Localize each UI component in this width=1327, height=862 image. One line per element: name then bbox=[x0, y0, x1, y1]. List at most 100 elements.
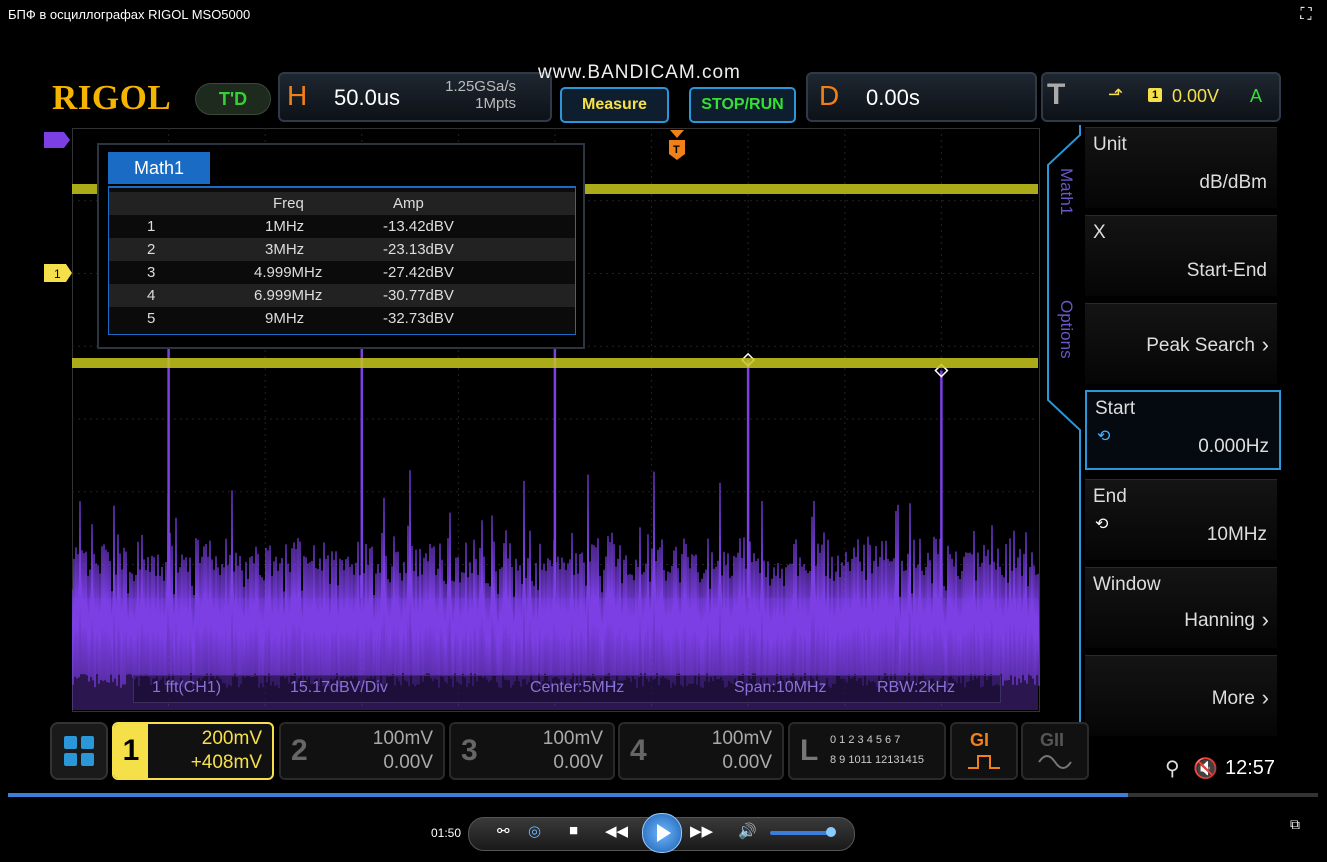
grid-icon bbox=[64, 736, 94, 766]
row-amp: -30.77dBV bbox=[383, 287, 454, 304]
sample-rate: 1.25GSa/s bbox=[445, 78, 516, 95]
channel-4-box[interactable]: 4 100mV 0.00V bbox=[618, 722, 784, 780]
sine-wave-icon bbox=[1038, 755, 1072, 769]
repeat-icon[interactable]: ◎ bbox=[528, 822, 541, 840]
channel-number: 3 bbox=[461, 734, 478, 767]
fast-forward-icon[interactable]: ▶▶ bbox=[690, 822, 713, 840]
table-row: 4 6.999MHz -30.77dBV bbox=[109, 284, 575, 307]
knob-icon: ⟲ bbox=[1095, 516, 1109, 533]
acquisition-info: 1.25GSa/s 1Mpts bbox=[424, 78, 516, 112]
chevron-right-icon: › bbox=[1261, 685, 1269, 710]
menu-value: More bbox=[1211, 688, 1255, 709]
fft-span: Span:10MHz bbox=[734, 679, 827, 696]
channel-scale: 100mV bbox=[711, 728, 772, 749]
stop-run-button[interactable]: STOP/RUN bbox=[689, 87, 796, 123]
tab-options[interactable]: Options bbox=[1052, 300, 1076, 359]
menu-end[interactable]: End ⟲ 10MHz bbox=[1085, 479, 1277, 560]
channel-offset: +408mV bbox=[190, 752, 262, 773]
peak-table: Freq Amp 1 1MHz -13.42dBV 2 3MHz -23.13d… bbox=[108, 186, 576, 335]
row-index: 5 bbox=[147, 310, 156, 327]
menu-value: dB/dBm bbox=[1199, 172, 1267, 193]
tab-math1[interactable]: Math1 bbox=[1052, 168, 1076, 215]
playback-time: 01:50 bbox=[431, 826, 462, 840]
volume-icon[interactable]: 🔊 bbox=[738, 822, 757, 840]
peak-tab-math1[interactable]: Math1 bbox=[108, 152, 210, 184]
channel-scale: 100mV bbox=[542, 728, 603, 749]
delay-value: 0.00s bbox=[866, 85, 920, 110]
pin-icon[interactable]: ⚯ bbox=[497, 822, 510, 840]
table-row: 2 3MHz -23.13dBV bbox=[109, 238, 575, 261]
menu-value: 0.000Hz bbox=[1198, 436, 1269, 457]
speaker-mute-icon[interactable]: 🔇 bbox=[1193, 756, 1218, 781]
trigger-marker-label: T bbox=[673, 144, 680, 156]
usb-icon: ⚲ bbox=[1165, 758, 1180, 780]
logic-label: L bbox=[800, 734, 819, 767]
logic-row-2: 8 9 1011 12131415 bbox=[830, 754, 924, 766]
fft-center: Center:5MHz bbox=[530, 679, 625, 696]
peak-table-header: Freq Amp bbox=[109, 192, 575, 215]
stop-icon[interactable]: ■ bbox=[569, 822, 578, 839]
row-freq: 9MHz bbox=[265, 310, 305, 327]
table-row: 1 1MHz -13.42dBV bbox=[109, 215, 575, 238]
fft-scale: 15.17dBV/Div bbox=[290, 679, 388, 696]
menu-value: Hanning bbox=[1184, 610, 1255, 631]
math-offset-marker[interactable] bbox=[44, 132, 70, 148]
ch1-trace-lower bbox=[72, 358, 1038, 368]
chevron-right-icon: › bbox=[1261, 607, 1269, 632]
pulse-wave-icon bbox=[968, 755, 1000, 769]
menu-more[interactable]: More › bbox=[1085, 655, 1277, 736]
channel-scale: 100mV bbox=[372, 728, 433, 749]
trigger-position-marker[interactable]: T bbox=[668, 130, 686, 160]
delay-label: D bbox=[819, 80, 840, 111]
menu-window[interactable]: Window Hanning › bbox=[1085, 567, 1277, 648]
bandicam-watermark: www.BANDICAM.com bbox=[538, 62, 741, 83]
window-title: БПФ в осциллографах RIGOL MSO5000 bbox=[8, 7, 251, 22]
menu-start[interactable]: Start ⟲ 0.000Hz bbox=[1085, 390, 1281, 470]
menu-x[interactable]: X Start-End bbox=[1085, 215, 1277, 296]
channel-offset: 0.00V bbox=[553, 752, 603, 773]
channel-3-box[interactable]: 3 100mV 0.00V bbox=[449, 722, 615, 780]
knob-icon: ⟲ bbox=[1097, 428, 1111, 445]
fft-info-strip: 1 fft(CH1) 15.17dBV/Div Center:5MHz Span… bbox=[133, 675, 1001, 703]
row-amp: -23.13dBV bbox=[383, 241, 454, 258]
measure-button[interactable]: Measure bbox=[560, 87, 669, 123]
clock: 12:57 bbox=[1225, 757, 1276, 779]
home-button[interactable] bbox=[50, 722, 108, 780]
row-amp: -32.73dBV bbox=[383, 310, 454, 327]
play-button[interactable] bbox=[642, 813, 682, 853]
generator-2-label: GII bbox=[1040, 730, 1065, 750]
generator-1-box[interactable]: GI bbox=[950, 722, 1018, 780]
row-freq: 3MHz bbox=[265, 241, 305, 258]
logic-box[interactable]: L 0 1 2 3 4 5 6 7 8 9 1011 12131415 bbox=[788, 722, 946, 780]
channel-number: 1 bbox=[114, 724, 148, 778]
logic-row-1: 0 1 2 3 4 5 6 7 bbox=[830, 734, 901, 746]
menu-label: Unit bbox=[1093, 134, 1127, 155]
fft-source: 1 fft(CH1) bbox=[152, 679, 222, 696]
row-freq: 6.999MHz bbox=[254, 287, 323, 304]
trigger-level: 0.00V bbox=[1172, 86, 1220, 106]
fullscreen-icon[interactable]: ⛶ bbox=[1296, 6, 1316, 24]
menu-label: Window bbox=[1093, 574, 1161, 595]
fft-rbw: RBW:2kHz bbox=[877, 679, 955, 696]
trigger-label: T bbox=[1047, 78, 1066, 111]
chevron-right-icon: › bbox=[1261, 332, 1269, 357]
channel-1-box[interactable]: 1 200mV +408mV bbox=[112, 722, 274, 780]
rigol-logo: RIGOL bbox=[52, 78, 172, 117]
ch1-offset-marker[interactable]: 1 bbox=[44, 264, 72, 282]
menu-label: End bbox=[1093, 486, 1127, 507]
picture-in-picture-icon[interactable]: ⧉ bbox=[1290, 816, 1300, 833]
volume-slider-handle[interactable] bbox=[826, 827, 836, 837]
menu-value: Peak Search bbox=[1146, 335, 1255, 356]
menu-unit[interactable]: Unit dB/dBm bbox=[1085, 127, 1277, 208]
channel-2-box[interactable]: 2 100mV 0.00V bbox=[279, 722, 445, 780]
generator-2-box[interactable]: GII bbox=[1021, 722, 1089, 780]
play-icon bbox=[657, 824, 671, 842]
menu-label: Start bbox=[1095, 398, 1136, 419]
delay-panel[interactable] bbox=[806, 72, 1037, 122]
menu-value: 10MHz bbox=[1206, 524, 1267, 545]
menu-peak-search[interactable]: Peak Search › bbox=[1085, 303, 1277, 384]
row-index: 2 bbox=[147, 241, 156, 258]
row-index: 3 bbox=[147, 264, 156, 281]
rewind-icon[interactable]: ◀◀ bbox=[605, 822, 628, 840]
col-freq: Freq bbox=[273, 195, 304, 212]
